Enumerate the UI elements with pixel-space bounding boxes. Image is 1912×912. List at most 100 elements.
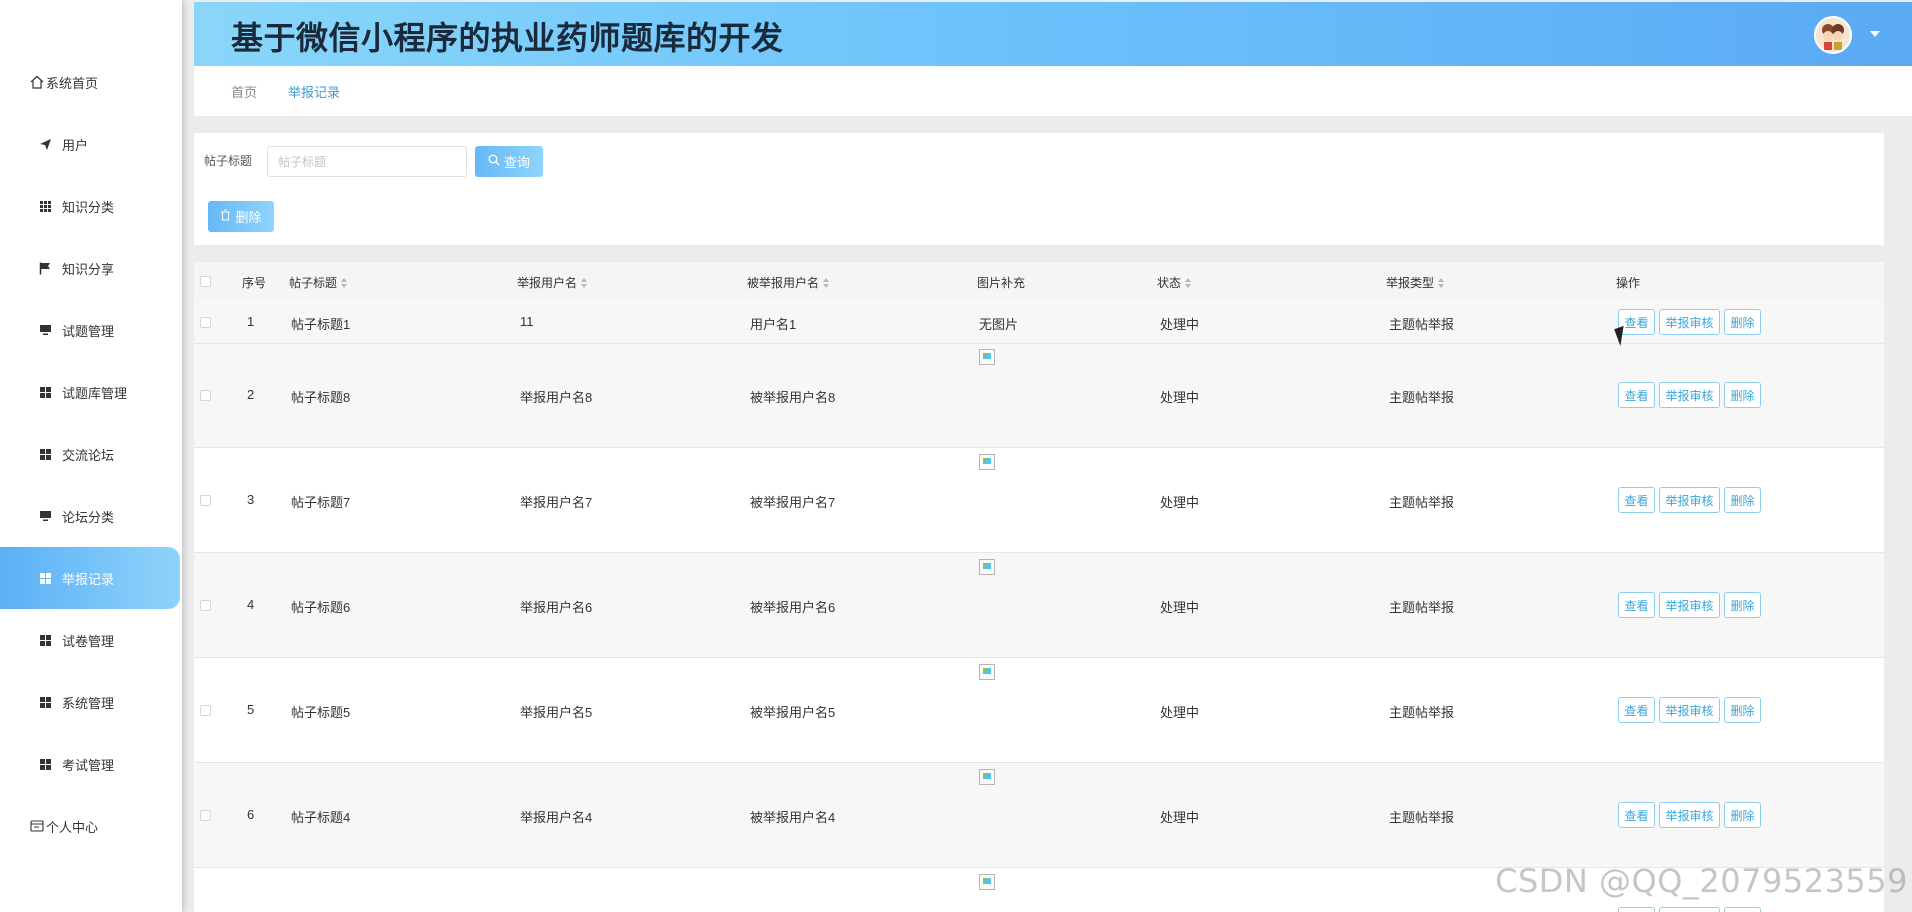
review-button[interactable]: 举报审核 xyxy=(1659,697,1720,723)
column-header-image: 图片补充 xyxy=(977,276,1026,290)
row-checkbox[interactable] xyxy=(200,317,211,328)
review-button[interactable]: 举报审核 xyxy=(1659,309,1720,335)
delete-button[interactable]: 删除 xyxy=(1724,309,1761,335)
row-reporter: 11 xyxy=(520,314,534,329)
view-button[interactable]: 查看 xyxy=(1618,907,1655,912)
flag-icon xyxy=(38,261,52,275)
avatar[interactable] xyxy=(1814,16,1852,54)
review-button[interactable]: 举报审核 xyxy=(1659,487,1720,513)
column-header-reporter[interactable]: 举报用户名 xyxy=(517,274,588,291)
search-panel: 帖子标题 查询 删除 xyxy=(194,133,1884,245)
view-button[interactable]: 查看 xyxy=(1618,592,1655,618)
sidebar-item-label: 交流论坛 xyxy=(62,447,115,463)
row-title: 帖子标题1 xyxy=(291,317,351,332)
row-checkbox[interactable] xyxy=(200,600,211,611)
card-icon xyxy=(30,819,44,833)
query-button[interactable]: 查询 xyxy=(475,146,543,177)
chevron-down-icon[interactable] xyxy=(1870,31,1880,37)
select-all-checkbox[interactable] xyxy=(200,276,211,287)
sidebar-item-exam-manage[interactable]: 考试管理 xyxy=(0,733,182,795)
sidebar-item-label: 试题库管理 xyxy=(62,385,128,401)
row-type: 主题帖举报 xyxy=(1389,390,1455,405)
search-icon xyxy=(488,154,500,169)
send-icon xyxy=(38,137,52,151)
grid-icon xyxy=(38,757,52,771)
delete-button[interactable]: 删除 xyxy=(1724,907,1761,912)
search-label: 帖子标题 xyxy=(204,154,253,168)
sidebar-nav: 系统首页 用户 知识分类 知识分享 试题管理 试题库管理 交流论坛 论坛分类 举… xyxy=(0,51,182,857)
breadcrumb: 首页 举报记录 xyxy=(194,66,1912,116)
table-header: 序号 帖子标题 举报用户名 被举报用户名 图片补充 状态 举报类型 操作 xyxy=(194,262,1884,300)
delete-button[interactable]: 删除 xyxy=(1724,802,1761,828)
row-status: 处理中 xyxy=(1160,600,1200,615)
review-button[interactable]: 举报审核 xyxy=(1659,382,1720,408)
breadcrumb-home[interactable]: 首页 xyxy=(231,82,257,101)
row-checkbox[interactable] xyxy=(200,705,211,716)
view-button[interactable]: 查看 xyxy=(1618,697,1655,723)
row-title: 帖子标题4 xyxy=(291,810,351,825)
row-status: 处理中 xyxy=(1160,705,1200,720)
review-button[interactable]: 举报审核 xyxy=(1659,802,1720,828)
broken-image-icon xyxy=(979,454,995,470)
delete-button[interactable]: 删除 xyxy=(1724,382,1761,408)
row-checkbox[interactable] xyxy=(200,810,211,821)
sort-icon xyxy=(1438,277,1445,288)
view-button[interactable]: 查看 xyxy=(1618,802,1655,828)
sidebar-item-report-records[interactable]: 举报记录 xyxy=(0,547,180,609)
row-checkbox[interactable] xyxy=(200,495,211,506)
watermark: CSDN @QQ_2079523559 xyxy=(1495,862,1908,900)
sidebar-item-question-manage[interactable]: 试题管理 xyxy=(0,299,182,361)
sidebar-item-label: 举报记录 xyxy=(62,571,115,587)
row-reported: 用户名1 xyxy=(750,317,797,332)
table-row: 6 帖子标题4 举报用户名4 被举报用户名4 处理中 主题帖举报 查看 举报审核… xyxy=(194,763,1884,868)
view-button[interactable]: 查看 xyxy=(1618,487,1655,513)
row-checkbox[interactable] xyxy=(200,390,211,401)
row-type: 主题帖举报 xyxy=(1389,705,1455,720)
delete-button[interactable]: 删除 xyxy=(1724,487,1761,513)
sidebar-item-label: 知识分类 xyxy=(62,199,115,215)
sidebar-item-label: 系统管理 xyxy=(62,695,115,711)
bulk-delete-button[interactable]: 删除 xyxy=(208,201,274,232)
grid-icon xyxy=(38,199,52,213)
grid-icon xyxy=(38,447,52,461)
review-button[interactable]: 举报审核 xyxy=(1659,592,1720,618)
sort-icon xyxy=(823,277,830,288)
sidebar-item-knowledge-category[interactable]: 知识分类 xyxy=(0,175,182,237)
view-button[interactable]: 查看 xyxy=(1618,382,1655,408)
sidebar-item-label: 考试管理 xyxy=(62,757,115,773)
sidebar-item-home[interactable]: 系统首页 xyxy=(0,51,182,113)
review-button[interactable]: 举报审核 xyxy=(1659,907,1720,912)
table-row: 1 帖子标题1 11 用户名1 无图片 处理中 主题帖举报 查看 举报审核 删除 xyxy=(194,300,1884,344)
row-type: 主题帖举报 xyxy=(1389,600,1455,615)
sidebar-item-forum[interactable]: 交流论坛 xyxy=(0,423,182,485)
query-button-label: 查询 xyxy=(503,155,530,170)
row-reporter: 举报用户名8 xyxy=(520,390,593,405)
row-reported: 被举报用户名5 xyxy=(750,705,836,720)
table-row: 3 帖子标题7 举报用户名7 被举报用户名7 处理中 主题帖举报 查看 举报审核… xyxy=(194,448,1884,553)
sidebar-item-exam-paper[interactable]: 试卷管理 xyxy=(0,609,182,671)
sidebar-item-knowledge-share[interactable]: 知识分享 xyxy=(0,237,182,299)
row-image-text: 无图片 xyxy=(979,317,1019,332)
column-header-status[interactable]: 状态 xyxy=(1157,274,1192,291)
sidebar-item-profile[interactable]: 个人中心 xyxy=(0,795,182,857)
sidebar-item-label: 知识分享 xyxy=(62,261,115,277)
search-input[interactable] xyxy=(267,146,467,177)
broken-image-icon xyxy=(979,559,995,575)
sidebar-item-forum-category[interactable]: 论坛分类 xyxy=(0,485,182,547)
delete-button[interactable]: 删除 xyxy=(1724,592,1761,618)
column-header-reported[interactable]: 被举报用户名 xyxy=(747,274,830,291)
row-reporter: 举报用户名7 xyxy=(520,495,593,510)
row-index: 6 xyxy=(247,807,255,822)
home-icon xyxy=(30,75,44,89)
sidebar-item-question-bank[interactable]: 试题库管理 xyxy=(0,361,182,423)
column-header-title[interactable]: 帖子标题 xyxy=(289,274,348,291)
sidebar-item-users[interactable]: 用户 xyxy=(0,113,182,175)
row-title: 帖子标题7 xyxy=(291,495,351,510)
delete-button[interactable]: 删除 xyxy=(1724,697,1761,723)
broken-image-icon xyxy=(979,349,995,365)
sidebar-item-system[interactable]: 系统管理 xyxy=(0,671,182,733)
row-index: 4 xyxy=(247,597,255,612)
broken-image-icon xyxy=(979,874,995,890)
column-header-type[interactable]: 举报类型 xyxy=(1386,274,1445,291)
row-reporter: 举报用户名4 xyxy=(520,810,593,825)
